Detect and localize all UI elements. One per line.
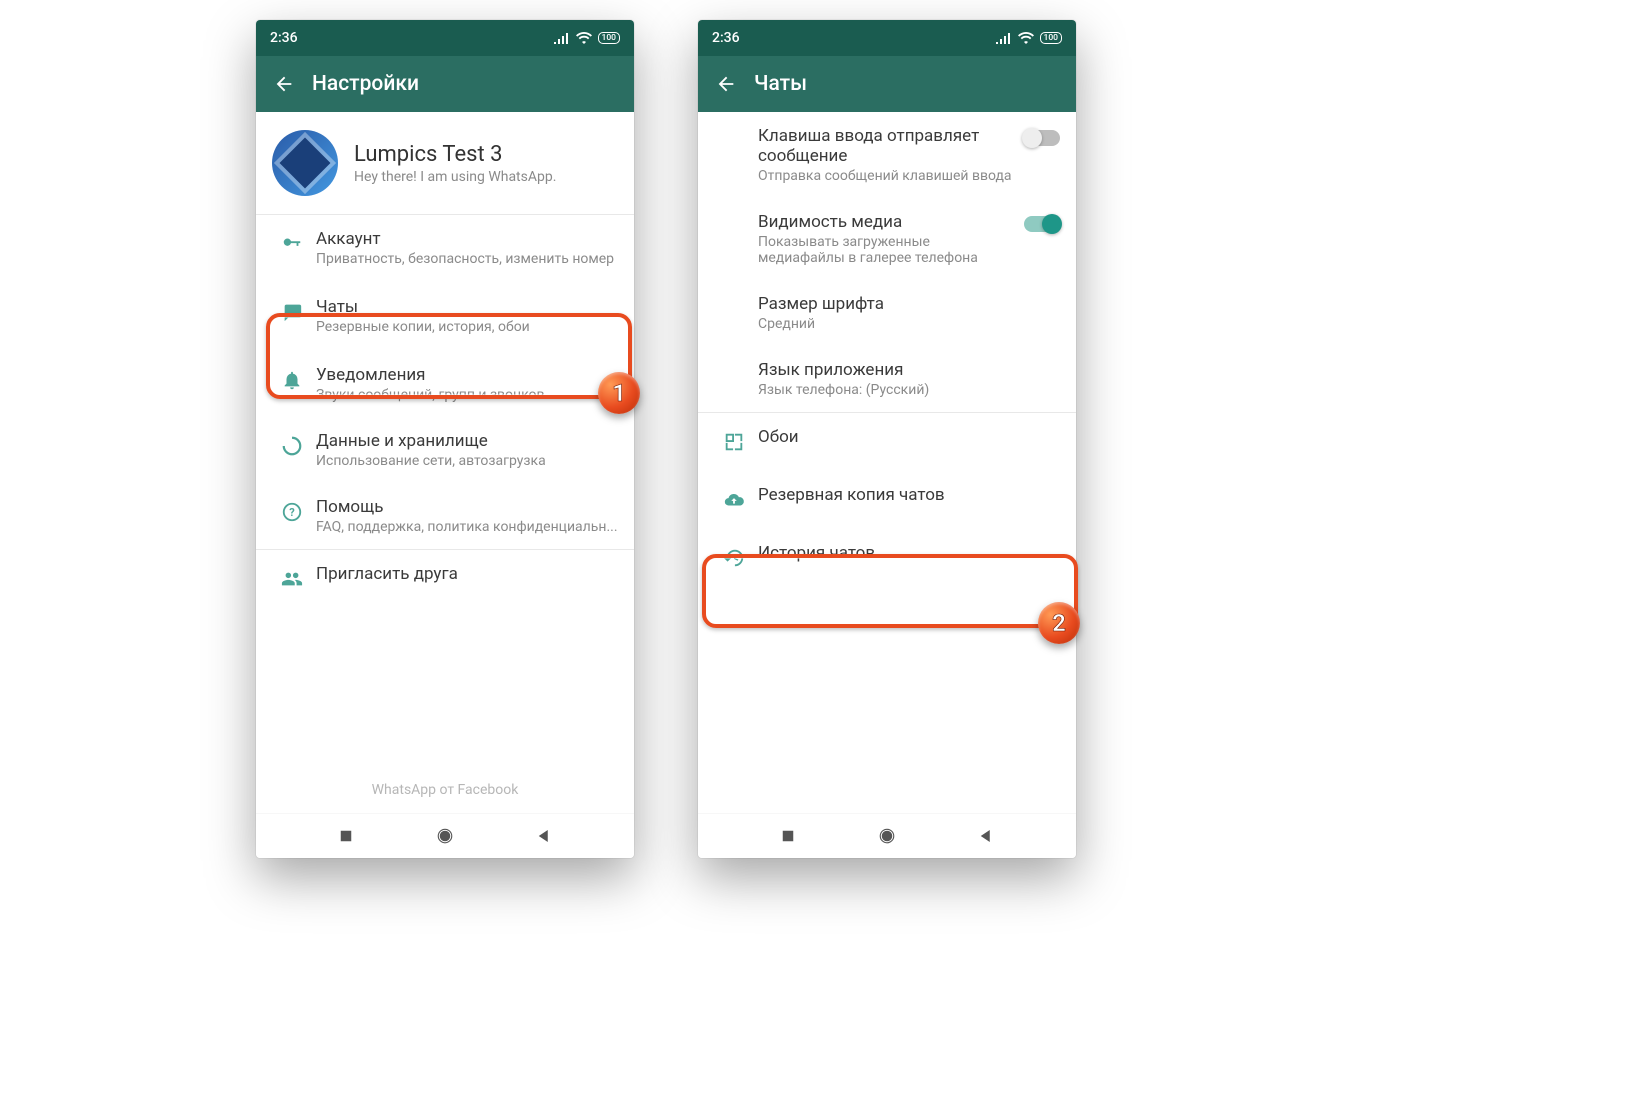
- bell-icon: [281, 369, 303, 391]
- appbar-title: Настройки: [312, 72, 419, 96]
- item-sub: Звуки сообщений, групп и звонков: [316, 387, 618, 403]
- navigation-bar: [256, 813, 634, 858]
- battery-icon: 100: [1040, 32, 1063, 44]
- item-title: Чаты: [316, 297, 618, 317]
- status-time: 2:36: [712, 30, 740, 46]
- help-icon: ?: [281, 501, 303, 523]
- signal-icon: [554, 32, 570, 44]
- nav-back-button[interactable]: [977, 827, 995, 845]
- arrow-left-icon: [715, 73, 737, 95]
- chats-action-history[interactable]: История чатов: [698, 529, 1076, 583]
- nav-back-button[interactable]: [535, 827, 553, 845]
- phone-settings: 2:36 100 Настройки Lumpics Test 3 Hey th…: [256, 20, 634, 858]
- app-bar: Чаты: [698, 56, 1076, 112]
- item-title: Уведомления: [316, 365, 618, 385]
- chats-setting-language[interactable]: Язык приложения Язык телефона: (Русский): [698, 346, 1076, 412]
- item-title: Язык приложения: [758, 360, 1060, 380]
- item-title: Аккаунт: [316, 229, 618, 249]
- battery-icon: 100: [598, 32, 621, 44]
- item-sub: Показывать загруженные медиафайлы в гале…: [758, 234, 1014, 266]
- key-icon: [281, 233, 303, 255]
- chats-action-backup[interactable]: Резервная копия чатов: [698, 467, 1076, 529]
- settings-item-account[interactable]: Аккаунт Приватность, безопасность, измен…: [256, 215, 634, 281]
- settings-item-notifications[interactable]: Уведомления Звуки сообщений, групп и зво…: [256, 351, 634, 417]
- appbar-title: Чаты: [754, 72, 807, 96]
- back-button[interactable]: [264, 64, 304, 104]
- item-title: Резервная копия чатов: [758, 485, 1060, 505]
- step-badge-1: 1: [598, 372, 640, 414]
- item-sub: Использование сети, автозагрузка: [316, 453, 618, 469]
- profile-name: Lumpics Test 3: [354, 142, 556, 167]
- nav-recent-button[interactable]: [779, 827, 797, 845]
- status-bar: 2:36 100: [256, 20, 634, 56]
- status-bar: 2:36 100: [698, 20, 1076, 56]
- navigation-bar: [698, 813, 1076, 858]
- profile-status: Hey there! I am using WhatsApp.: [354, 169, 556, 185]
- back-button[interactable]: [706, 64, 746, 104]
- item-title: Размер шрифта: [758, 294, 1060, 314]
- history-icon: [723, 547, 745, 569]
- item-title: История чатов: [758, 543, 1060, 563]
- phone-chats: 2:36 100 Чаты Клавиша ввода отправляет с…: [698, 20, 1076, 858]
- nav-recent-button[interactable]: [337, 827, 355, 845]
- item-title: Пригласить друга: [316, 564, 618, 584]
- item-title: Данные и хранилище: [316, 431, 618, 451]
- item-title: Клавиша ввода отправляет сообщение: [758, 126, 1014, 166]
- settings-item-invite[interactable]: Пригласить друга: [256, 550, 634, 604]
- data-usage-icon: [281, 435, 303, 457]
- nav-home-button[interactable]: [436, 827, 454, 845]
- item-sub: Резервные копии, история, обои: [316, 319, 618, 335]
- item-sub: FAQ, поддержка, политика конфиденциальн.…: [316, 519, 618, 535]
- signal-icon: [996, 32, 1012, 44]
- item-sub: Приватность, безопасность, изменить номе…: [316, 251, 618, 267]
- item-title: Видимость медиа: [758, 212, 1014, 232]
- settings-item-chats[interactable]: Чаты Резервные копии, история, обои: [256, 281, 634, 351]
- status-time: 2:36: [270, 30, 298, 46]
- toggle-enter-key[interactable]: [1024, 130, 1060, 146]
- people-icon: [281, 568, 303, 590]
- item-sub: Средний: [758, 316, 1060, 332]
- footer-brand: WhatsApp от Facebook: [256, 768, 634, 812]
- chats-setting-font-size[interactable]: Размер шрифта Средний: [698, 280, 1076, 346]
- settings-item-help[interactable]: ? Помощь FAQ, поддержка, политика конфид…: [256, 483, 634, 549]
- item-title: Помощь: [316, 497, 618, 517]
- item-sub: Язык телефона: (Русский): [758, 382, 1060, 398]
- toggle-media-visibility[interactable]: [1024, 216, 1060, 232]
- wifi-icon: [1018, 32, 1034, 44]
- item-sub: Отправка сообщений клавишей ввода: [758, 168, 1014, 184]
- step-badge-2: 2: [1038, 602, 1080, 644]
- svg-text:?: ?: [289, 506, 295, 519]
- avatar: [272, 130, 338, 196]
- wifi-icon: [576, 32, 592, 44]
- settings-item-data[interactable]: Данные и хранилище Использование сети, а…: [256, 417, 634, 483]
- chat-icon: [281, 301, 303, 323]
- cloud-upload-icon: [723, 489, 745, 511]
- wallpaper-icon: [723, 431, 745, 453]
- arrow-left-icon: [273, 73, 295, 95]
- nav-home-button[interactable]: [878, 827, 896, 845]
- chats-action-wallpaper[interactable]: Обои: [698, 413, 1076, 467]
- app-bar: Настройки: [256, 56, 634, 112]
- item-title: Обои: [758, 427, 1060, 447]
- chats-setting-media-visibility[interactable]: Видимость медиа Показывать загруженные м…: [698, 198, 1076, 280]
- chats-setting-enter-key[interactable]: Клавиша ввода отправляет сообщение Отпра…: [698, 112, 1076, 198]
- profile-row[interactable]: Lumpics Test 3 Hey there! I am using Wha…: [256, 112, 634, 214]
